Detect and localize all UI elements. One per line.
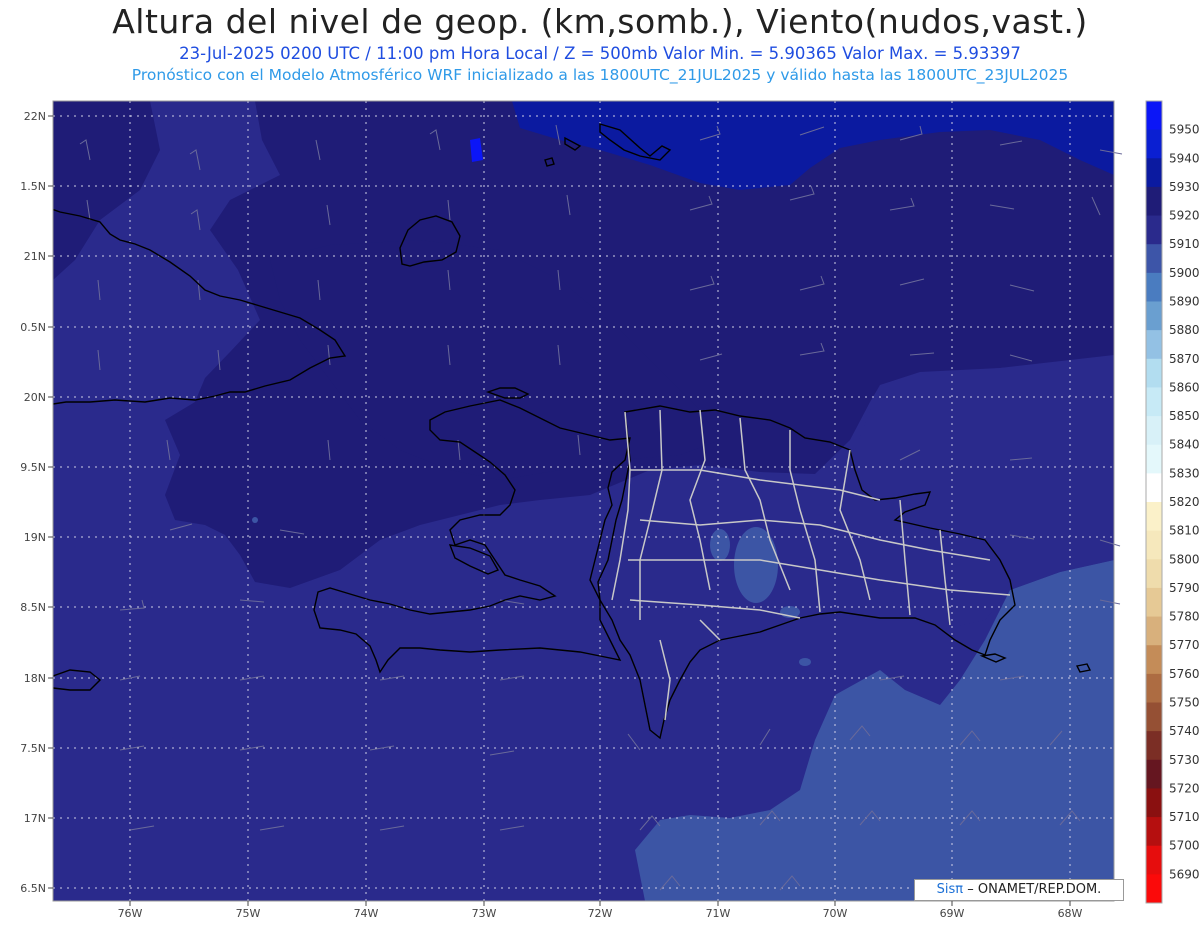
colorbar-label: 5700	[1169, 839, 1200, 853]
colorbar	[1145, 100, 1163, 904]
colorbar-swatch	[1146, 358, 1162, 388]
colorbar-swatch	[1146, 129, 1162, 159]
colorbar-swatch	[1146, 158, 1162, 188]
colorbar-label: 5860	[1169, 380, 1200, 394]
colorbar-label: 5910	[1169, 237, 1200, 251]
lon-label: 74W	[354, 907, 379, 920]
colorbar-label: 5920	[1169, 209, 1200, 223]
colorbar-swatch	[1146, 731, 1162, 761]
colorbar-label: 5780	[1169, 610, 1200, 624]
lat-label: 0.5N	[20, 321, 46, 334]
field-5900-spot-west	[710, 529, 730, 561]
colorbar-swatch	[1146, 444, 1162, 474]
colorbar-swatch	[1146, 702, 1162, 732]
colorbar-label: 5720	[1169, 781, 1200, 795]
colorbar-label: 5690	[1169, 867, 1200, 881]
lon-label: 76W	[118, 907, 143, 920]
colorbar-label: 5710	[1169, 810, 1200, 824]
colorbar-label: 5950	[1169, 123, 1200, 137]
colorbar-label: 5940	[1169, 151, 1200, 165]
lat-label: 19N	[24, 531, 46, 544]
colorbar-swatch	[1146, 416, 1162, 446]
colorbar-label: 5880	[1169, 323, 1200, 337]
colorbar-swatch	[1146, 186, 1162, 217]
lon-label: 75W	[236, 907, 261, 920]
colorbar-labels: 5950 5940 5930 5920 5910 5900 5890 5880 5870 5860…	[1169, 123, 1200, 882]
colorbar-swatch	[1146, 845, 1162, 875]
lat-label: 17N	[24, 812, 46, 825]
colorbar-label: 5820	[1169, 495, 1200, 509]
lat-label: 7.5N	[20, 742, 46, 755]
lat-label: 20N	[24, 391, 46, 404]
latitude-labels: 22N 1.5N 21N 0.5N 20N 9.5N 19N 8.5N 18N …	[20, 110, 46, 895]
colorbar-label: 5900	[1169, 266, 1200, 280]
map-canvas: 22N 1.5N 21N 0.5N 20N 9.5N 19N 8.5N 18N …	[20, 100, 1200, 920]
field-5900-spot-tiny	[252, 517, 258, 523]
sispi-logo: Sisπ	[936, 882, 964, 897]
lat-label: 18N	[24, 672, 46, 685]
colorbar-swatch	[1146, 673, 1162, 703]
lat-label: 1.5N	[20, 180, 46, 193]
colorbar-swatch	[1146, 387, 1162, 417]
colorbar-swatch	[1146, 215, 1162, 245]
lat-label: 9.5N	[20, 461, 46, 474]
colorbar-swatch	[1146, 301, 1162, 331]
geopotential-field	[53, 101, 1114, 901]
colorbar-label: 5730	[1169, 753, 1200, 767]
colorbar-swatch	[1146, 244, 1162, 274]
colorbar-swatch	[1146, 759, 1162, 789]
colorbar-swatch	[1146, 788, 1162, 818]
lat-label: 21N	[24, 250, 46, 263]
colorbar-label: 5750	[1169, 696, 1200, 710]
colorbar-label: 5870	[1169, 352, 1200, 366]
field-5900-spot-coast	[799, 658, 811, 666]
colorbar-label: 5850	[1169, 409, 1200, 423]
colorbar-label: 5830	[1169, 466, 1200, 480]
colorbar-swatch	[1146, 645, 1162, 675]
colorbar-label: 5810	[1169, 524, 1200, 538]
credit-box: Sisπ – ONAMET/REP.DOM.	[914, 879, 1124, 901]
lat-label: 8.5N	[20, 601, 46, 614]
colorbar-label: 5890	[1169, 295, 1200, 309]
colorbar-label: 5770	[1169, 638, 1200, 652]
lon-label: 72W	[588, 907, 613, 920]
field-5900-spot-valley	[734, 527, 778, 603]
lon-label: 69W	[940, 907, 965, 920]
colorbar-label: 5760	[1169, 667, 1200, 681]
colorbar-label: 5740	[1169, 724, 1200, 738]
latitude-ticks	[48, 115, 53, 889]
colorbar-swatch	[1146, 101, 1162, 131]
colorbar-swatch	[1146, 587, 1162, 618]
colorbar-swatch	[1146, 502, 1162, 532]
lon-label: 70W	[823, 907, 848, 920]
lat-label: 22N	[24, 110, 46, 123]
colorbar-swatch	[1146, 530, 1162, 560]
colorbar-swatch	[1146, 616, 1162, 646]
lon-label: 71W	[706, 907, 731, 920]
colorbar-label: 5930	[1169, 180, 1200, 194]
colorbar-swatch	[1146, 559, 1162, 589]
colorbar-label: 5800	[1169, 552, 1200, 566]
longitude-ticks	[129, 901, 1071, 906]
colorbar-swatch	[1146, 272, 1162, 302]
lon-label: 68W	[1058, 907, 1083, 920]
lat-label: 6.5N	[20, 882, 46, 895]
colorbar-label: 5790	[1169, 581, 1200, 595]
longitude-labels: 76W 75W 74W 73W 72W 71W 70W 69W 68W	[118, 907, 1083, 920]
colorbar-label: 5840	[1169, 438, 1200, 452]
lon-label: 73W	[472, 907, 497, 920]
colorbar-swatch	[1146, 817, 1162, 847]
colorbar-swatch	[1146, 473, 1162, 503]
colorbar-swatch	[1146, 330, 1162, 360]
colorbar-swatch	[1146, 874, 1162, 904]
credit-text: – ONAMET/REP.DOM.	[967, 882, 1102, 897]
